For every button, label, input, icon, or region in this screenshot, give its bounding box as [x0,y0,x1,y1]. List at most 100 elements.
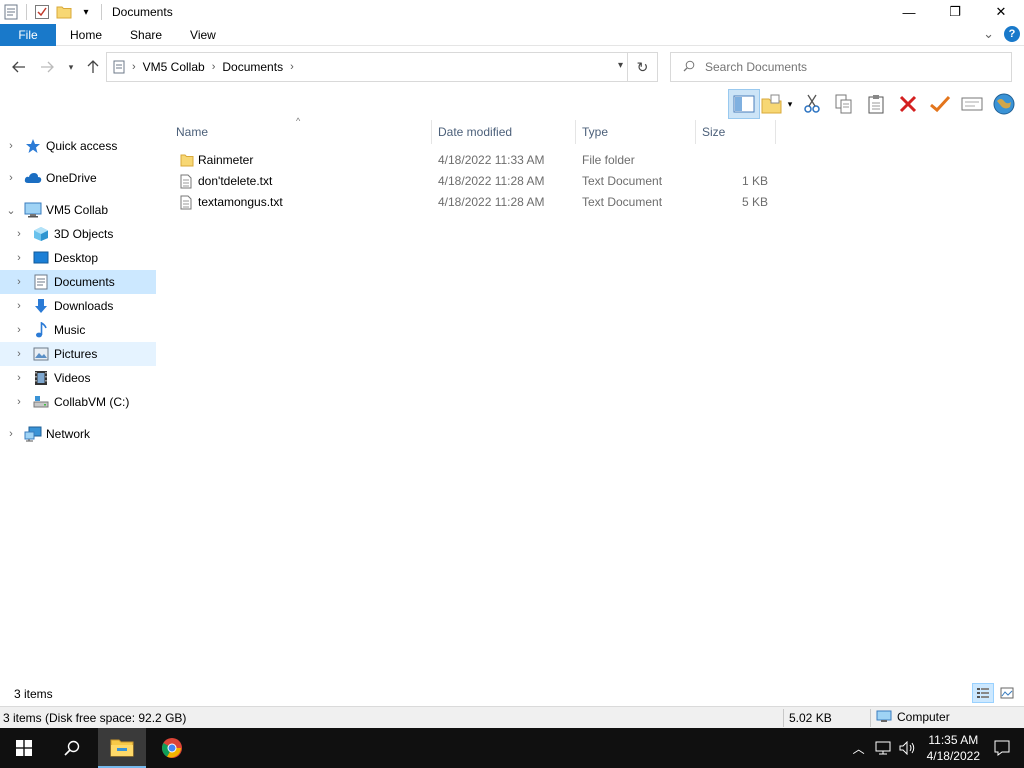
nav-label: OneDrive [46,171,97,185]
expand-chevron-icon[interactable]: › [4,172,18,184]
properties-icon[interactable] [33,3,51,21]
nav-network[interactable]: › Network [0,422,156,446]
properties-button-icon[interactable] [956,89,988,119]
recent-locations-dropdown[interactable]: ▾ [60,56,82,78]
documents-window-icon[interactable] [2,3,20,21]
selection-size: 5.02 KB [789,711,832,725]
expand-chevron-icon[interactable]: › [12,276,26,288]
tab-share[interactable]: Share [116,24,176,46]
cloud-icon [24,170,42,186]
taskbar-file-explorer[interactable] [98,728,146,768]
quick-access-toolbar: ▾ [0,0,108,24]
pictures-icon [32,346,50,362]
expand-chevron-icon[interactable]: › [12,348,26,360]
new-folder-icon[interactable] [55,3,73,21]
taskbar-chrome[interactable] [148,728,196,768]
expand-chevron-icon[interactable]: › [4,140,18,152]
nav-quick-access[interactable]: › Quick access [0,134,156,158]
tab-home[interactable]: Home [56,24,116,46]
file-row-textamongus[interactable]: textamongus.txt 4/18/2022 11:28 AM Text … [174,192,774,213]
new-folder-dropdown-icon[interactable]: ▾ [784,89,796,119]
breadcrumb-chevron-3[interactable]: › [290,61,294,73]
file-size: 5 KB [741,195,768,209]
expand-chevron-icon[interactable]: › [12,228,26,240]
nav-desktop[interactable]: › Desktop [0,246,156,270]
nav-downloads[interactable]: › Downloads [0,294,156,318]
expand-chevron-icon[interactable]: › [4,428,18,440]
rename-check-icon[interactable] [924,89,956,119]
item-count: 3 items [14,687,53,701]
minimize-button[interactable]: — [886,0,932,24]
file-row-dontdelete[interactable]: don'tdelete.txt 4/18/2022 11:28 AM Text … [174,171,774,192]
address-bar[interactable]: › VM5 Collab › Documents › ▾ ↻ [106,52,658,82]
paste-icon[interactable] [860,89,892,119]
search-box[interactable] [670,52,1012,82]
nav-documents[interactable]: › Documents [0,270,156,294]
column-header-date-modified[interactable]: Date modified [432,120,576,144]
delete-icon[interactable] [892,89,924,119]
up-button[interactable] [82,56,104,78]
action-center-icon[interactable] [994,740,1010,756]
ribbon-tabs: File Home Share View ⌄ ? [0,23,1024,46]
clock[interactable]: 11:35 AM 4/18/2022 [927,732,980,764]
volume-icon[interactable] [899,741,917,755]
taskbar-search-button[interactable] [48,728,96,768]
qat-customize-dropdown-icon[interactable]: ▾ [77,3,95,21]
ribbon-right: ⌄ ? [983,26,1020,42]
nav-label: Videos [54,371,91,385]
column-header-type[interactable]: Type [576,120,696,144]
forward-button[interactable] [36,56,58,78]
nav-collabvm-drive[interactable]: › CollabVM (C:) [0,390,156,414]
computer-small-icon [876,710,892,724]
nav-videos[interactable]: › Videos [0,366,156,390]
address-history-dropdown-icon[interactable]: ▾ [618,60,623,71]
nav-3d-objects[interactable]: › 3D Objects [0,222,156,246]
large-icons-view-icon[interactable] [996,683,1018,703]
back-button[interactable] [8,56,30,78]
column-header-name[interactable]: Name [170,120,432,144]
window-title: Documents [112,5,173,19]
expand-chevron-icon[interactable]: › [12,300,26,312]
details-view-icon[interactable] [972,683,994,703]
nav-label: Music [54,323,86,337]
expand-ribbon-icon[interactable]: ⌄ [983,26,994,42]
status-bar-items: 3 items [0,683,1024,705]
file-row-rainmeter[interactable]: Rainmeter 4/18/2022 11:33 AM File folder [174,150,774,171]
preview-pane-button[interactable] [728,89,760,119]
nav-music[interactable]: › Music [0,318,156,342]
tray-overflow-icon[interactable]: ︿ [853,740,865,757]
file-date: 4/18/2022 11:28 AM [438,195,545,209]
copy-icon[interactable] [828,89,860,119]
help-icon[interactable]: ? [1004,26,1020,42]
start-button[interactable] [0,728,48,768]
navigation-pane: › Quick access › OneDrive ⌄ VM5 Collab ›… [0,120,156,680]
expand-chevron-icon[interactable]: › [12,252,26,264]
tab-view[interactable]: View [176,24,230,46]
network-globe-icon[interactable] [988,89,1020,119]
nav-vm5-collab[interactable]: ⌄ VM5 Collab [0,198,156,222]
nav-onedrive[interactable]: › OneDrive [0,166,156,190]
cut-icon[interactable] [796,89,828,119]
breadcrumb-chevron[interactable]: › [132,61,136,73]
column-type-label: Type [582,125,609,139]
breadcrumb-chevron-2[interactable]: › [212,61,216,73]
new-folder-button[interactable] [760,89,784,119]
nav-pictures[interactable]: › Pictures [0,342,156,366]
music-icon [32,322,50,338]
close-button[interactable]: ✕ [978,0,1024,24]
search-input[interactable] [705,60,995,74]
column-header-size[interactable]: Size [696,120,776,144]
refresh-button[interactable]: ↻ [627,53,657,81]
breadcrumb-documents[interactable]: Documents [222,60,283,74]
tab-file[interactable]: File [0,23,56,46]
file-name: textamongus.txt [198,195,283,209]
column-size-label: Size [702,125,726,139]
breadcrumb-vm5-collab[interactable]: VM5 Collab [143,60,205,74]
collapse-chevron-icon[interactable]: ⌄ [4,204,18,217]
expand-chevron-icon[interactable]: › [12,324,26,336]
network-tray-icon[interactable] [875,741,891,755]
maximize-button[interactable]: ❐ [932,0,978,24]
expand-chevron-icon[interactable]: › [12,372,26,384]
location-zone: Computer [876,710,950,724]
expand-chevron-icon[interactable]: › [12,396,26,408]
